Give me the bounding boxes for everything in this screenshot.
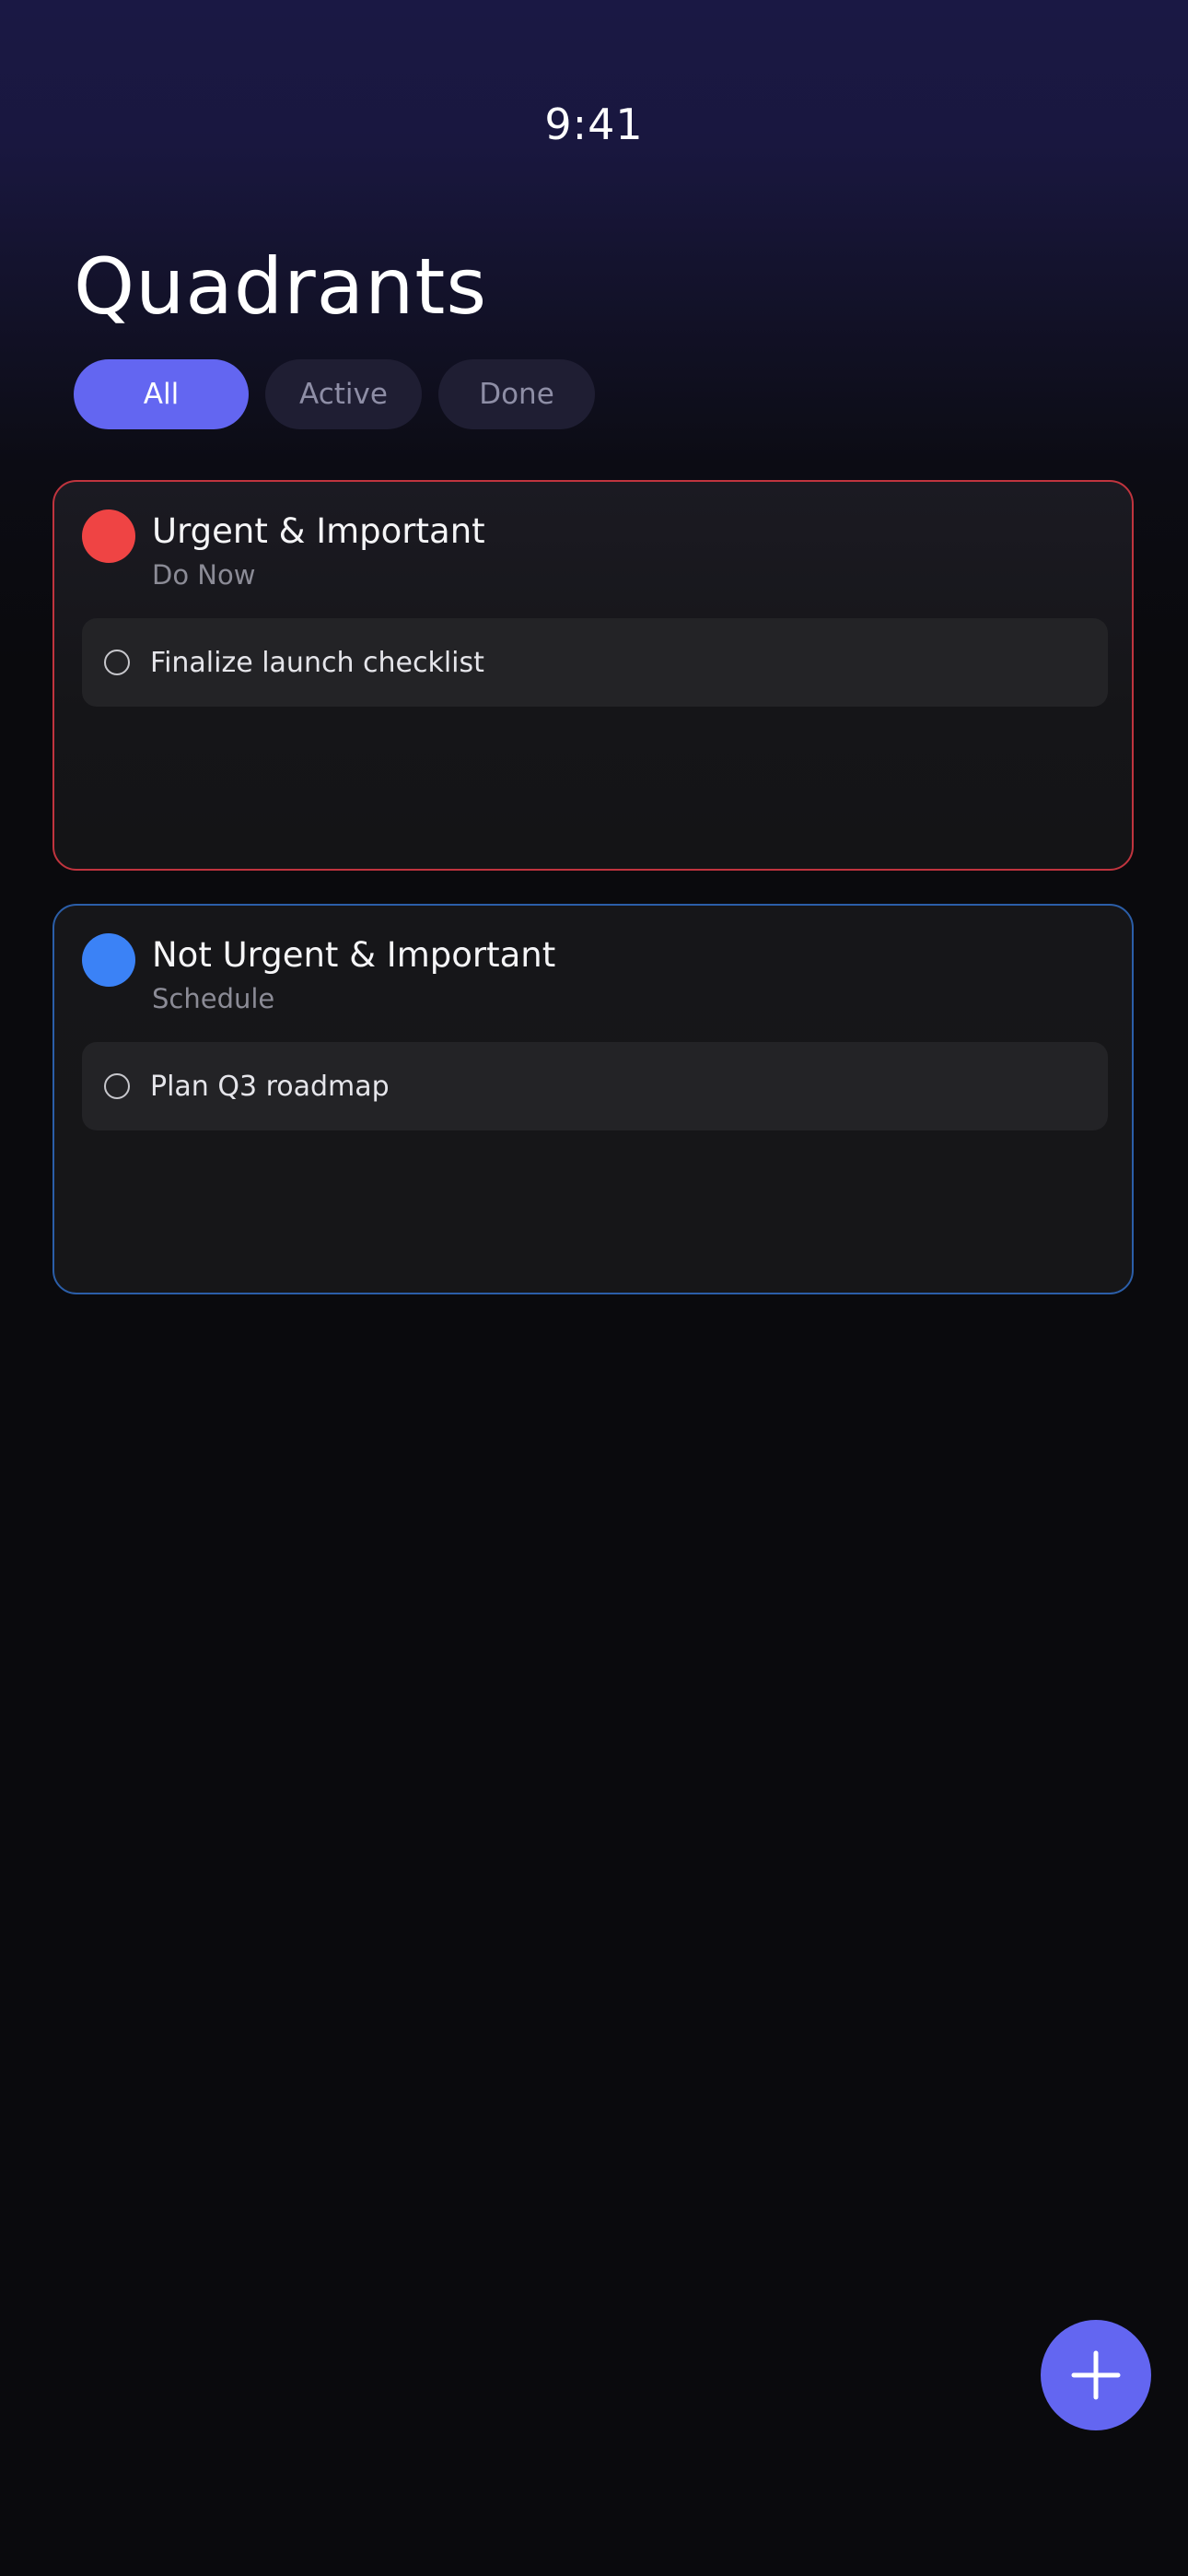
page-title: Quadrants xyxy=(74,241,488,332)
filter-chip-active[interactable]: Active xyxy=(265,359,422,429)
task-label: Finalize launch checklist xyxy=(150,646,484,679)
filter-chip-done[interactable]: Done xyxy=(438,359,595,429)
quadrant-card-urgent-important[interactable]: Urgent & Important Do Now Finalize launc… xyxy=(52,480,1134,871)
task-item[interactable]: Plan Q3 roadmap xyxy=(82,1042,1108,1130)
quadrant-subtitle: Do Now xyxy=(152,559,256,591)
quadrant-card-not-urgent-important[interactable]: Not Urgent & Important Schedule Plan Q3 … xyxy=(52,904,1134,1294)
status-bar-time: 9:41 xyxy=(544,100,644,149)
filter-chip-all[interactable]: All xyxy=(74,359,249,429)
quadrant-title: Not Urgent & Important xyxy=(152,935,556,975)
task-label: Plan Q3 roadmap xyxy=(150,1070,390,1103)
quadrant-title: Urgent & Important xyxy=(152,511,485,551)
quadrant-color-dot xyxy=(82,933,135,987)
task-checkbox[interactable] xyxy=(104,650,130,675)
filter-chips: All Active Done xyxy=(74,359,595,429)
plus-icon xyxy=(1071,2350,1121,2400)
task-checkbox[interactable] xyxy=(104,1073,130,1099)
quadrant-color-dot xyxy=(82,509,135,563)
quadrant-subtitle: Schedule xyxy=(152,983,275,1014)
task-item[interactable]: Finalize launch checklist xyxy=(82,618,1108,707)
add-task-button[interactable] xyxy=(1041,2320,1151,2430)
